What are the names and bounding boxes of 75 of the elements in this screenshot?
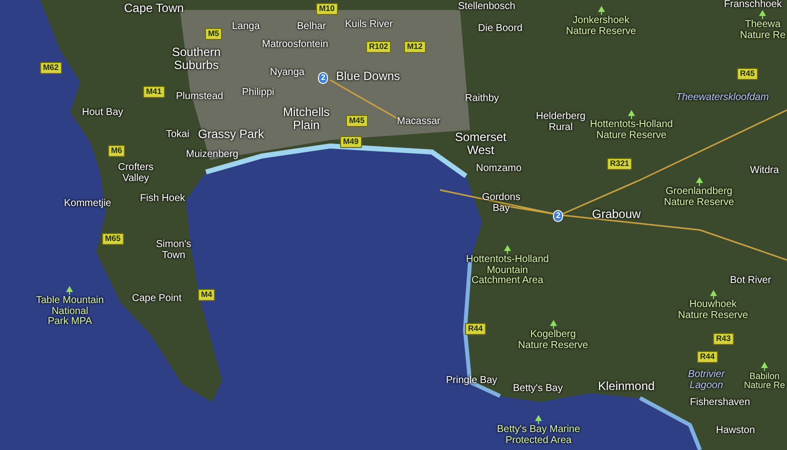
place-label: Gordons Bay <box>482 193 520 214</box>
place-label: Blue Downs <box>336 70 400 83</box>
tree-icon <box>761 362 768 371</box>
place-label: Muizenberg <box>186 150 238 160</box>
road-shield: R102 <box>366 41 392 53</box>
place-label: Kommetjie <box>64 199 112 210</box>
place-label: Helderberg Rural <box>536 112 586 133</box>
reserve-label: Groenlandberg Nature Reserve <box>664 187 734 208</box>
reserve-label: Jonkershoek Nature Reserve <box>566 16 636 37</box>
place-label: Franschhoek <box>724 0 782 10</box>
road-shield: R44 <box>697 351 718 363</box>
place-label: Stellenbosch <box>458 2 516 12</box>
reserve-label: Theewa Nature Re <box>740 20 786 41</box>
tree-icon <box>535 415 542 424</box>
reserve-label: Babilon Nature Re <box>744 372 786 391</box>
place-label: Mitchells Plain <box>283 106 330 132</box>
place-label: Tokai <box>166 130 190 140</box>
tree-icon <box>759 10 766 19</box>
road-shield: R43 <box>713 333 734 345</box>
place-label: Belhar <box>297 22 326 32</box>
place-label: Hawston <box>716 426 755 436</box>
place-label: Langa <box>232 22 260 32</box>
tree-icon <box>504 245 511 254</box>
place-label: Witdra <box>750 166 779 176</box>
road-shield: R44 <box>465 323 486 335</box>
place-label: Simon's Town <box>156 240 192 261</box>
place-label: Grassy Park <box>198 128 264 141</box>
place-label: Cape Point <box>132 294 182 304</box>
place-label: Nyanga <box>270 68 304 78</box>
road-shield: M62 <box>40 62 62 74</box>
place-label: Bot River <box>730 276 772 286</box>
place-label: Cape Town <box>124 2 184 15</box>
place-label: Southern Suburbs <box>172 46 221 72</box>
place-label: Nomzamo <box>476 164 522 174</box>
road-shield: M45 <box>346 115 368 127</box>
road-shield: R321 <box>607 158 632 170</box>
place-label: Somerset West <box>455 131 506 156</box>
place-label: Kleinmond <box>598 380 655 393</box>
reserve-label: Table Mountain National Park MPA <box>36 296 104 328</box>
road-shield: M65 <box>102 233 124 245</box>
water-label: Theewaterskloofdam <box>676 93 769 104</box>
tree-icon <box>710 290 717 299</box>
place-label: Fishershaven <box>690 398 750 408</box>
reserve-label: Betty's Bay Marine Protected Area <box>497 425 580 446</box>
reserve-label: Hottentots-Holland Mountain Catchment Area <box>466 255 549 286</box>
road-shield: M41 <box>143 86 165 98</box>
place-label: Philippi <box>242 88 274 98</box>
tree-icon <box>696 177 703 186</box>
place-label: Plumstead <box>176 92 224 102</box>
tree-icon <box>550 320 557 329</box>
tree-icon <box>66 286 74 295</box>
water-label: Botrivier Lagoon <box>688 370 725 391</box>
road-shield: R45 <box>737 68 758 80</box>
tree-icon <box>628 110 635 119</box>
tree-icon <box>598 6 605 15</box>
place-label: Matroosfontein <box>262 40 328 50</box>
reserve-label: Kogelberg Nature Reserve <box>518 330 588 351</box>
place-label: Hout Bay <box>82 108 124 118</box>
place-label: Kuils River <box>345 20 393 30</box>
place-label: Crofters Valley <box>118 163 154 184</box>
place-label: Raithby <box>465 94 499 104</box>
road-shield: M5 <box>205 28 222 40</box>
place-label: Die Boord <box>478 24 522 34</box>
reserve-label: Hottentots-Holland Nature Reserve <box>590 120 673 141</box>
place-label: Grabouw <box>592 208 641 221</box>
road-shield: M49 <box>340 136 362 148</box>
road-shield: M12 <box>404 41 426 53</box>
road-shield: M10 <box>316 3 338 15</box>
reserve-label: Houwhoek Nature Reserve <box>678 300 748 321</box>
place-label: Fish Hoek <box>140 194 186 204</box>
road-shield: M4 <box>198 289 216 301</box>
place-label: Pringle Bay <box>446 376 498 386</box>
place-label: Macassar <box>397 117 440 128</box>
place-label: Betty's Bay <box>513 384 563 394</box>
road-shield: M6 <box>108 145 126 157</box>
